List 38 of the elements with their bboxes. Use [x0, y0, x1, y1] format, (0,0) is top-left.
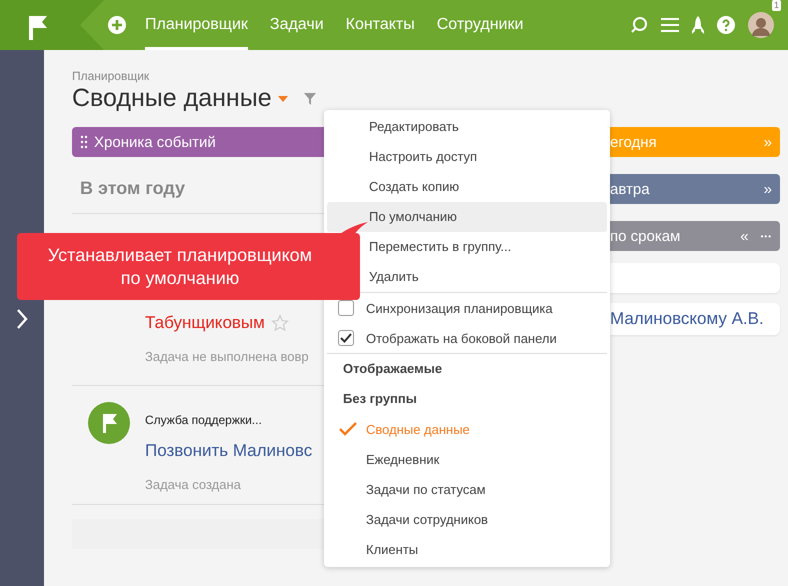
- menu-item[interactable]: По умолчанию: [327, 202, 607, 232]
- breadcrumb[interactable]: Планировщик: [72, 69, 788, 83]
- column-title: по срокам: [610, 228, 682, 244]
- page-title: Сводные данные: [72, 84, 272, 113]
- menu-group-heading: Отображаемые: [342, 360, 444, 378]
- task-title[interactable]: Табунщиковым: [145, 313, 265, 333]
- timeline-title: Хроника событий: [94, 134, 216, 150]
- tooltip: Устанавливает планировщиком по умолчанию: [17, 233, 360, 300]
- menu-item[interactable]: Задачи по статусам: [366, 482, 486, 496]
- collapse-control[interactable]: »: [764, 180, 772, 198]
- nav-tab[interactable]: Контакты: [346, 0, 415, 50]
- notification-badge: 1: [772, 0, 781, 11]
- task-title: Малиновскому А.В.: [610, 309, 764, 329]
- more-control[interactable]: •••: [760, 232, 772, 240]
- task-status: Задача создана: [145, 477, 242, 492]
- menu-item[interactable]: Настроить доступ: [327, 142, 607, 172]
- menu-item[interactable]: Ежедневник: [366, 452, 440, 466]
- column-title: егодня: [610, 134, 658, 150]
- nav-tab[interactable]: Сотрудники: [436, 0, 524, 50]
- nav-tab[interactable]: Задачи: [270, 0, 324, 50]
- menu-group-heading: Без группы: [342, 390, 418, 408]
- timeline-header[interactable]: Хроника событий: [72, 127, 325, 157]
- menu-item[interactable]: Сводные данные: [366, 422, 470, 436]
- menu-item[interactable]: Редактировать: [327, 112, 607, 142]
- nav-tab[interactable]: Планировщик: [145, 0, 248, 50]
- task-title[interactable]: Позвонить Малиновс: [145, 441, 312, 461]
- menu-item[interactable]: Клиенты: [366, 542, 418, 556]
- checkbox-label[interactable]: Отображать на боковой панели: [366, 330, 557, 346]
- menu-item[interactable]: Создать копию: [327, 172, 607, 202]
- task-card[interactable]: Малиновскому А.В.: [610, 303, 780, 335]
- column-header[interactable]: автра »: [610, 174, 780, 204]
- task-status: Задача не выполнена вовр: [145, 349, 309, 364]
- task-author: Служба поддержки...: [145, 413, 263, 427]
- menu-item[interactable]: Задачи сотрудников: [366, 512, 488, 526]
- collapse-control[interactable]: «: [740, 228, 749, 244]
- column-header[interactable]: по срокам « •••: [610, 221, 780, 251]
- checkbox-label[interactable]: Синхронизация планировщика: [366, 300, 553, 316]
- column-title: автра: [610, 180, 651, 198]
